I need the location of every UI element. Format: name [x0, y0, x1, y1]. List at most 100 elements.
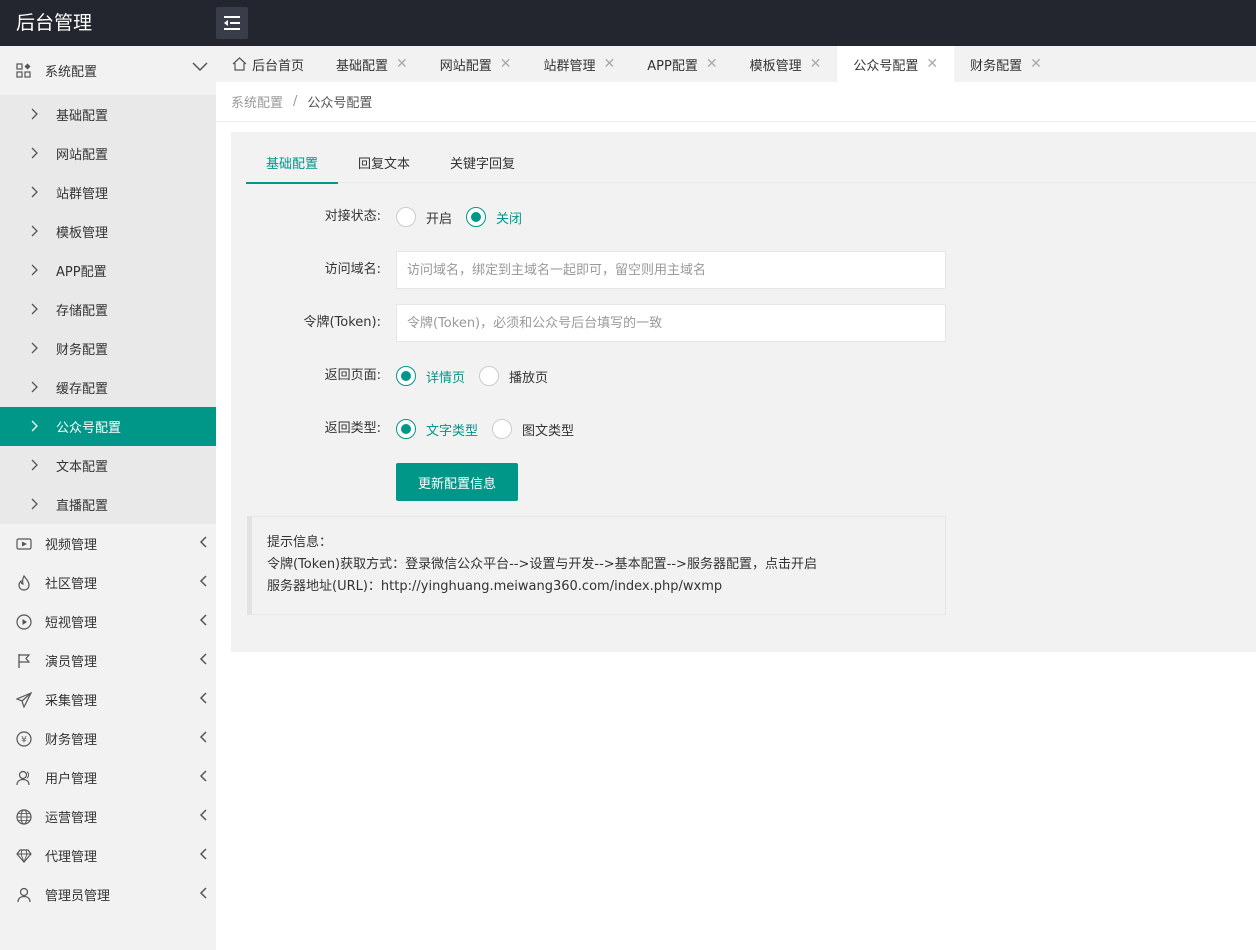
domain-input[interactable]	[396, 251, 946, 289]
tab-label: 财务配置	[970, 58, 1023, 74]
breadcrumb-separator: /	[293, 94, 298, 109]
status-radio-on[interactable]: 开启	[396, 207, 452, 227]
tab-basic[interactable]: 基础配置	[246, 142, 339, 184]
sidebar-item-cache-config[interactable]: 缓存配置	[0, 368, 216, 407]
sidebar-menu-collection[interactable]: 采集管理	[0, 680, 216, 719]
sidebar-menu-admins[interactable]: 管理员管理	[0, 875, 216, 914]
close-icon[interactable]: ✕	[706, 56, 718, 72]
chevron-down-icon	[192, 62, 208, 72]
config-card: 基础配置 回复文本 关键字回复 对接状态: 开启 关闭 访问域名: 访问域名，绑…	[231, 132, 1256, 652]
tips-line-url: 服务器地址(URL)：http://yinghuang.meiwang360.c…	[267, 579, 723, 594]
chevron-right-icon	[31, 147, 38, 159]
radio-circle	[492, 419, 513, 439]
radio-circle	[396, 207, 416, 227]
tab-wechat-config[interactable]: 公众号配置 ✕	[837, 46, 955, 82]
tab-finance-config[interactable]: 财务配置 ✕	[954, 46, 1058, 82]
sidebar-item-label: 缓存配置	[56, 382, 109, 397]
form-row-return-page: 返回页面: 详情页 播放页	[231, 357, 1256, 395]
send-icon	[16, 691, 32, 708]
sidebar-menu-actors[interactable]: 演员管理	[0, 641, 216, 680]
return-type-radio-text[interactable]: 文字类型	[396, 419, 478, 439]
status-radio-group: 开启 关闭	[396, 198, 536, 236]
sidebar-item-basic-config[interactable]: 基础配置	[0, 95, 216, 134]
sidebar-item-wechat-config[interactable]: 公众号配置	[0, 407, 216, 446]
radio-label: 文字类型	[426, 423, 479, 439]
sidebar-menu-label: 采集管理	[45, 694, 98, 709]
update-config-button[interactable]: 更新配置信息	[396, 463, 518, 501]
sidebar-menu-short-video[interactable]: 短视管理	[0, 602, 216, 641]
sidebar-item-label: APP配置	[56, 265, 107, 280]
breadcrumb-parent[interactable]: 系统配置	[231, 92, 283, 111]
sidebar-menu-label: 代理管理	[45, 850, 98, 865]
chevron-left-icon	[199, 770, 207, 782]
tab-site-config[interactable]: 网站配置 ✕	[424, 46, 528, 82]
tab-label: 站群管理	[543, 58, 596, 74]
return-page-radio-detail[interactable]: 详情页	[396, 366, 465, 386]
return-page-radio-group: 详情页 播放页	[396, 357, 562, 395]
tips-title: 提示信息：	[267, 535, 333, 550]
breadcrumb-current: 公众号配置	[307, 96, 373, 111]
radio-circle	[396, 419, 416, 439]
tab-keyword-reply[interactable]: 关键字回复	[430, 142, 535, 183]
sidebar-item-label: 模板管理	[56, 226, 109, 241]
sidebar-item-templates[interactable]: 模板管理	[0, 212, 216, 251]
sidebar-group-system-config[interactable]: 系统配置	[0, 46, 216, 95]
menu-toggle-button[interactable]	[216, 7, 248, 39]
sidebar-menu-finance[interactable]: ¥ 财务管理	[0, 719, 216, 758]
close-icon[interactable]: ✕	[926, 56, 938, 72]
globe-icon	[16, 808, 32, 825]
sidebar-menu-video[interactable]: 视频管理	[0, 524, 216, 563]
return-type-radio-rich[interactable]: 图文类型	[492, 419, 574, 439]
sidebar-group-label: 系统配置	[45, 65, 98, 80]
chevron-left-icon	[199, 614, 207, 626]
sidebar-subnav: 基础配置 网站配置 站群管理 模板管理 APP配置 存储配置 财务配置 缓存配置…	[0, 95, 216, 524]
sidebar-menu-label: 演员管理	[45, 655, 98, 670]
status-radio-off[interactable]: 关闭	[466, 207, 522, 227]
close-icon[interactable]: ✕	[396, 56, 408, 72]
token-input[interactable]	[396, 304, 946, 342]
sidebar-menu-agents[interactable]: 代理管理	[0, 836, 216, 875]
tips-box: 提示信息： 令牌(Token)获取方式：登录微信公众平台-->设置与开发-->基…	[247, 516, 946, 615]
sidebar-menu-operations[interactable]: 运营管理	[0, 797, 216, 836]
sidebar-item-finance-config[interactable]: 财务配置	[0, 329, 216, 368]
tab-site-group[interactable]: 站群管理 ✕	[528, 46, 632, 82]
form-row-return-type: 返回类型: 文字类型 图文类型	[231, 410, 1256, 448]
sidebar-menu-community[interactable]: 社区管理	[0, 563, 216, 602]
sidebar-menu-label: 管理员管理	[45, 889, 111, 904]
close-icon[interactable]: ✕	[604, 56, 616, 72]
sidebar-menu-users[interactable]: 用户管理	[0, 758, 216, 797]
close-icon[interactable]: ✕	[500, 56, 512, 72]
sidebar-item-label: 财务配置	[56, 343, 109, 358]
tab-basic-config[interactable]: 基础配置 ✕	[320, 46, 424, 82]
sidebar-item-site-config[interactable]: 网站配置	[0, 134, 216, 173]
close-icon[interactable]: ✕	[1030, 56, 1042, 72]
sidebar-item-storage-config[interactable]: 存储配置	[0, 290, 216, 329]
sidebar-menu-label: 财务管理	[45, 733, 98, 748]
sidebar-item-live-config[interactable]: 直播配置	[0, 485, 216, 524]
home-icon	[232, 57, 247, 71]
form-row-token: 令牌(Token):	[231, 304, 1256, 342]
close-icon[interactable]: ✕	[810, 56, 822, 72]
tab-templates[interactable]: 模板管理 ✕	[734, 46, 838, 82]
chevron-left-icon	[199, 848, 207, 860]
sidebar-item-app-config[interactable]: APP配置	[0, 251, 216, 290]
chevron-right-icon	[31, 342, 38, 354]
return-page-radio-play[interactable]: 播放页	[479, 366, 548, 386]
chevron-left-icon	[199, 575, 207, 587]
sidebar-menu-label: 短视管理	[45, 616, 98, 631]
sidebar-menu-label: 用户管理	[45, 772, 98, 787]
return-type-label: 返回类型:	[324, 421, 381, 436]
sidebar-item-label: 公众号配置	[56, 421, 122, 436]
flag-icon	[16, 653, 32, 669]
sidebar-item-text-config[interactable]: 文本配置	[0, 446, 216, 485]
return-type-radio-group: 文字类型 图文类型	[396, 410, 588, 448]
video-icon	[16, 536, 32, 552]
tab-label: 模板管理	[749, 58, 802, 74]
tab-home[interactable]: 后台首页	[216, 46, 320, 82]
tab-label: 后台首页	[252, 58, 305, 74]
sidebar-item-label: 直播配置	[56, 499, 109, 514]
tab-reply-text[interactable]: 回复文本	[338, 142, 430, 183]
chevron-left-icon	[199, 653, 207, 665]
sidebar-item-site-group[interactable]: 站群管理	[0, 173, 216, 212]
tab-app-config[interactable]: APP配置 ✕	[631, 46, 733, 82]
